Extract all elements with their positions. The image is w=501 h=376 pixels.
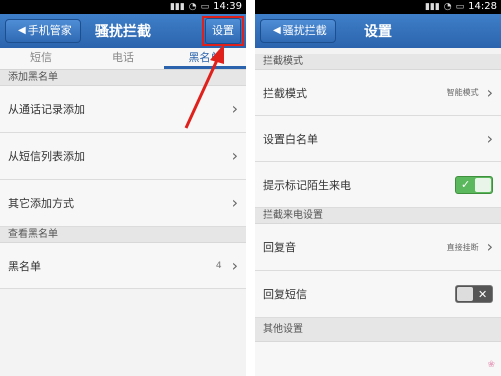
wifi-icon: ◔: [188, 2, 197, 12]
back-arrow-icon: ◀: [18, 25, 26, 36]
chevron-right-icon: ›: [231, 255, 238, 275]
list-item-other-methods[interactable]: 其它添加方式 ›: [0, 180, 246, 227]
list-item-label: 其它添加方式: [8, 197, 74, 210]
intercept-mode-value: 智能模式: [446, 88, 479, 97]
list-item-label: 黑名单: [8, 259, 41, 273]
list-item-label: 回复音: [263, 241, 296, 254]
list-item-label: 提示标记陌生来电: [263, 178, 351, 192]
list-item-blacklist[interactable]: 黑名单 4 ›: [0, 243, 246, 289]
watermark-icon: ❀: [487, 360, 495, 370]
toggle-knob: [475, 177, 491, 192]
section-header: 查看黑名单: [0, 227, 246, 243]
back-button-label: 手机管家: [27, 24, 72, 37]
tab-sms[interactable]: 短信: [0, 48, 82, 69]
chevron-right-icon: ›: [231, 99, 238, 118]
tab-calls[interactable]: 电话: [82, 48, 164, 69]
back-button[interactable]: ◀ 骚扰拦截: [260, 19, 336, 43]
back-arrow-icon: ◀: [273, 25, 281, 36]
toggle-knob: [457, 287, 473, 301]
status-bar: ▮▮▮ ◔ ▭ 14:39: [0, 0, 246, 14]
wifi-icon: ◔: [443, 2, 452, 12]
list-item-add-from-calls[interactable]: 从通话记录添加 ›: [0, 86, 246, 133]
section-header: 其他设置: [255, 318, 501, 342]
back-button-label: 骚扰拦截: [282, 24, 327, 37]
reply-tone-value: 直接挂断: [446, 242, 479, 252]
reply-sms-toggle[interactable]: ✕: [455, 285, 493, 303]
chevron-right-icon: ›: [486, 237, 493, 256]
back-button[interactable]: ◀ 手机管家: [5, 19, 81, 43]
section-header: 添加黑名单: [0, 70, 246, 86]
chevron-right-icon: ›: [486, 128, 493, 148]
list-item-reply-tone[interactable]: 回复音 直接挂断 ›: [255, 224, 501, 271]
list-item-partial: [255, 342, 501, 376]
section-header: 拦截来电设置: [255, 208, 501, 224]
list-item-reply-sms: 回复短信 ✕: [255, 271, 501, 318]
settings-highlight-box: [202, 16, 244, 46]
x-icon: ✕: [478, 287, 488, 301]
chevron-right-icon: ›: [231, 146, 238, 165]
list-item-label: 拦截模式: [263, 86, 307, 100]
battery-icon: ▭: [455, 2, 465, 12]
status-bar: ▮▮▮ ◔ ▭ 14:28: [255, 0, 501, 14]
blacklist-screen: ▮▮▮ ◔ ▭ 14:39 ◀ 手机管家 骚扰拦截 设置 短信 电话 黑名单 添…: [0, 0, 246, 376]
status-time: 14:39: [213, 1, 242, 12]
battery-icon: ▭: [200, 2, 210, 12]
panel-divider: [246, 0, 255, 376]
title-bar: ◀ 骚扰拦截 设置: [255, 14, 501, 48]
signal-icon: ▮▮▮: [424, 2, 440, 12]
signal-icon: ▮▮▮: [169, 2, 185, 12]
chevron-right-icon: ›: [486, 82, 493, 102]
mark-unknown-calls-toggle[interactable]: ✓: [455, 175, 493, 194]
tab-bar: 短信 电话 黑名单: [0, 48, 246, 70]
list-item-add-from-sms[interactable]: 从短信列表添加 ›: [0, 133, 246, 180]
section-header: 拦截模式: [255, 54, 501, 70]
list-item-label: 从通话记录添加: [8, 103, 85, 116]
check-icon: ✓: [461, 178, 471, 191]
list-item-label: 设置白名单: [263, 132, 318, 146]
blacklist-count: 4: [215, 260, 222, 271]
list-item-intercept-mode[interactable]: 拦截模式 智能模式 ›: [255, 70, 501, 116]
tab-blacklist[interactable]: 黑名单: [164, 48, 246, 69]
chevron-right-icon: ›: [231, 193, 238, 212]
status-time: 14:28: [468, 1, 497, 12]
list-item-label: 回复短信: [263, 288, 307, 301]
list-item-whitelist[interactable]: 设置白名单 ›: [255, 116, 501, 162]
list-item-label: 从短信列表添加: [8, 150, 85, 163]
list-item-mark-unknown-calls: 提示标记陌生来电 ✓: [255, 162, 501, 208]
settings-screen: ▮▮▮ ◔ ▭ 14:28 ◀ 骚扰拦截 设置 拦截模式 拦截模式 智能模式 ›…: [255, 0, 501, 376]
